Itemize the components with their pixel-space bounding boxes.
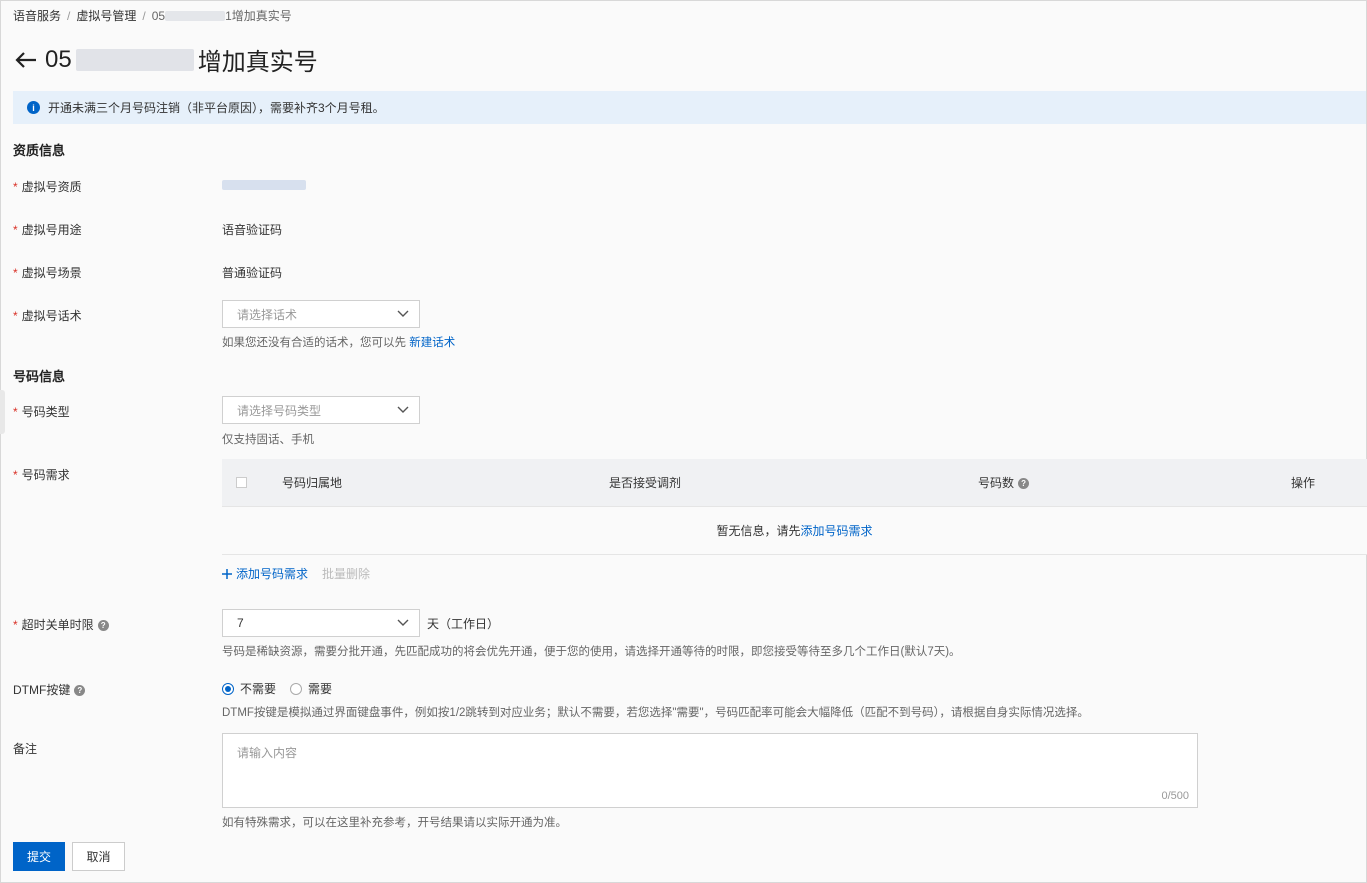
add-demand-button[interactable]: 添加号码需求 (222, 565, 308, 582)
breadcrumb-item-virtual-number[interactable]: 虚拟号管理 (76, 7, 136, 24)
submit-button[interactable]: 提交 (13, 842, 65, 871)
number-type-help: 仅支持固话、手机 (222, 434, 314, 446)
timeout-unit: 天（工作日） (427, 617, 500, 631)
col-ops: 操作 (1291, 476, 1316, 490)
dtmf-option-no[interactable]: 不需要 (222, 680, 276, 697)
redacted-qualification-value (222, 180, 306, 190)
table-empty-row: 暂无信息，请先 添加号码需求 (222, 507, 1367, 555)
remark-counter: 0/500 (1161, 790, 1189, 802)
alert-text: 开通未满三个月号码注销（非平台原因），需要补齐3个月号租。 (48, 101, 385, 115)
script-select[interactable]: 请选择话术 (222, 300, 420, 328)
number-type-placeholder: 请选择号码类型 (237, 403, 322, 418)
table-header: 号码归属地 是否接受调剂 号码数? 操作 (222, 459, 1367, 507)
page-header: 05 增加真实号 (13, 42, 318, 77)
col-count: 号码数? (978, 474, 1030, 491)
table-actions: 添加号码需求 批量删除 (222, 565, 370, 582)
info-icon: i (27, 101, 40, 114)
select-all-checkbox[interactable] (236, 477, 247, 488)
remark-textarea[interactable]: 请输入内容 0/500 (222, 733, 1198, 808)
breadcrumb-item-current: 05 1增加真实号 (151, 8, 292, 24)
dtmf-option-yes[interactable]: 需要 (290, 680, 332, 697)
batch-delete-button[interactable]: 批量删除 (322, 565, 370, 582)
breadcrumb: 语音服务 / 虚拟号管理 / 05 1增加真实号 (13, 7, 292, 24)
chevron-down-icon (397, 619, 409, 626)
qual-label: * 虚拟号资质 (13, 180, 82, 194)
empty-text: 暂无信息，请先 (716, 524, 801, 538)
info-alert: i 开通未满三个月号码注销（非平台原因），需要补齐3个月号租。 (13, 91, 1366, 124)
script-select-placeholder: 请选择话术 (237, 307, 298, 322)
empty-add-demand-link[interactable]: 添加号码需求 (801, 522, 873, 539)
script-label: * 虚拟号话术 (13, 309, 82, 323)
radio-unchecked-icon (290, 682, 303, 695)
page-title: 05 增加真实号 (45, 45, 318, 77)
redacted-number (165, 10, 226, 21)
help-icon[interactable]: ? (74, 685, 86, 697)
col-location: 号码归属地 (282, 476, 343, 490)
redacted-number (75, 48, 194, 71)
breadcrumb-separator: / (142, 8, 146, 23)
help-icon[interactable]: ? (1018, 478, 1030, 490)
breadcrumb-separator: / (67, 8, 71, 23)
help-icon[interactable]: ? (97, 620, 109, 632)
dtmf-radio-group: 不需要 需要 (222, 680, 332, 697)
breadcrumb-item-voice-service[interactable]: 语音服务 (13, 7, 61, 24)
chevron-down-icon (397, 406, 409, 413)
number-demand-table: 号码归属地 是否接受调剂 号码数? 操作 暂无信息，请先 添加号码需求 (222, 459, 1367, 555)
cancel-button[interactable]: 取消 (72, 842, 125, 871)
scene-label: * 虚拟号场景 (13, 266, 82, 280)
chevron-down-icon (397, 310, 409, 317)
back-arrow-icon[interactable] (13, 47, 39, 73)
timeout-select[interactable]: 7 (222, 609, 420, 637)
remark-help: 如有特殊需求，可以在这里补充参考，开号结果请以实际开通为准。 (222, 817, 567, 829)
section-title-qualification: 资质信息 (13, 143, 66, 158)
scene-value: 普通验证码 (222, 266, 283, 280)
timeout-select-value: 7 (237, 616, 244, 630)
radio-checked-icon (222, 682, 234, 695)
number-demand-label: * 号码需求 (13, 468, 70, 482)
script-help: 如果您还没有合适的话术，您可以先 新建话术 (222, 337, 456, 349)
timeout-label: * 超时关单时限? (13, 616, 109, 633)
usage-value: 语音验证码 (222, 223, 283, 237)
side-collapse-tab[interactable] (0, 390, 5, 434)
section-title-number-info: 号码信息 (13, 369, 66, 384)
dtmf-label: DTMF按键? (13, 681, 86, 698)
col-accept-adjust: 是否接受调剂 (609, 476, 682, 490)
new-script-link[interactable]: 新建话术 (409, 337, 455, 349)
timeout-help: 号码是稀缺资源，需要分批开通，先匹配成功的将会优先开通，便于您的使用，请选择开通… (222, 646, 961, 658)
remark-label: 备注 (13, 742, 38, 756)
number-type-select[interactable]: 请选择号码类型 (222, 396, 420, 424)
usage-label: * 虚拟号用途 (13, 223, 82, 237)
dtmf-help: DTMF按键是模拟通过界面键盘事件，例如按1/2跳转到对应业务；默认不需要，若您… (222, 707, 1089, 719)
plus-icon (222, 568, 232, 579)
remark-placeholder: 请输入内容 (237, 746, 298, 760)
number-type-label: * 号码类型 (13, 405, 70, 419)
